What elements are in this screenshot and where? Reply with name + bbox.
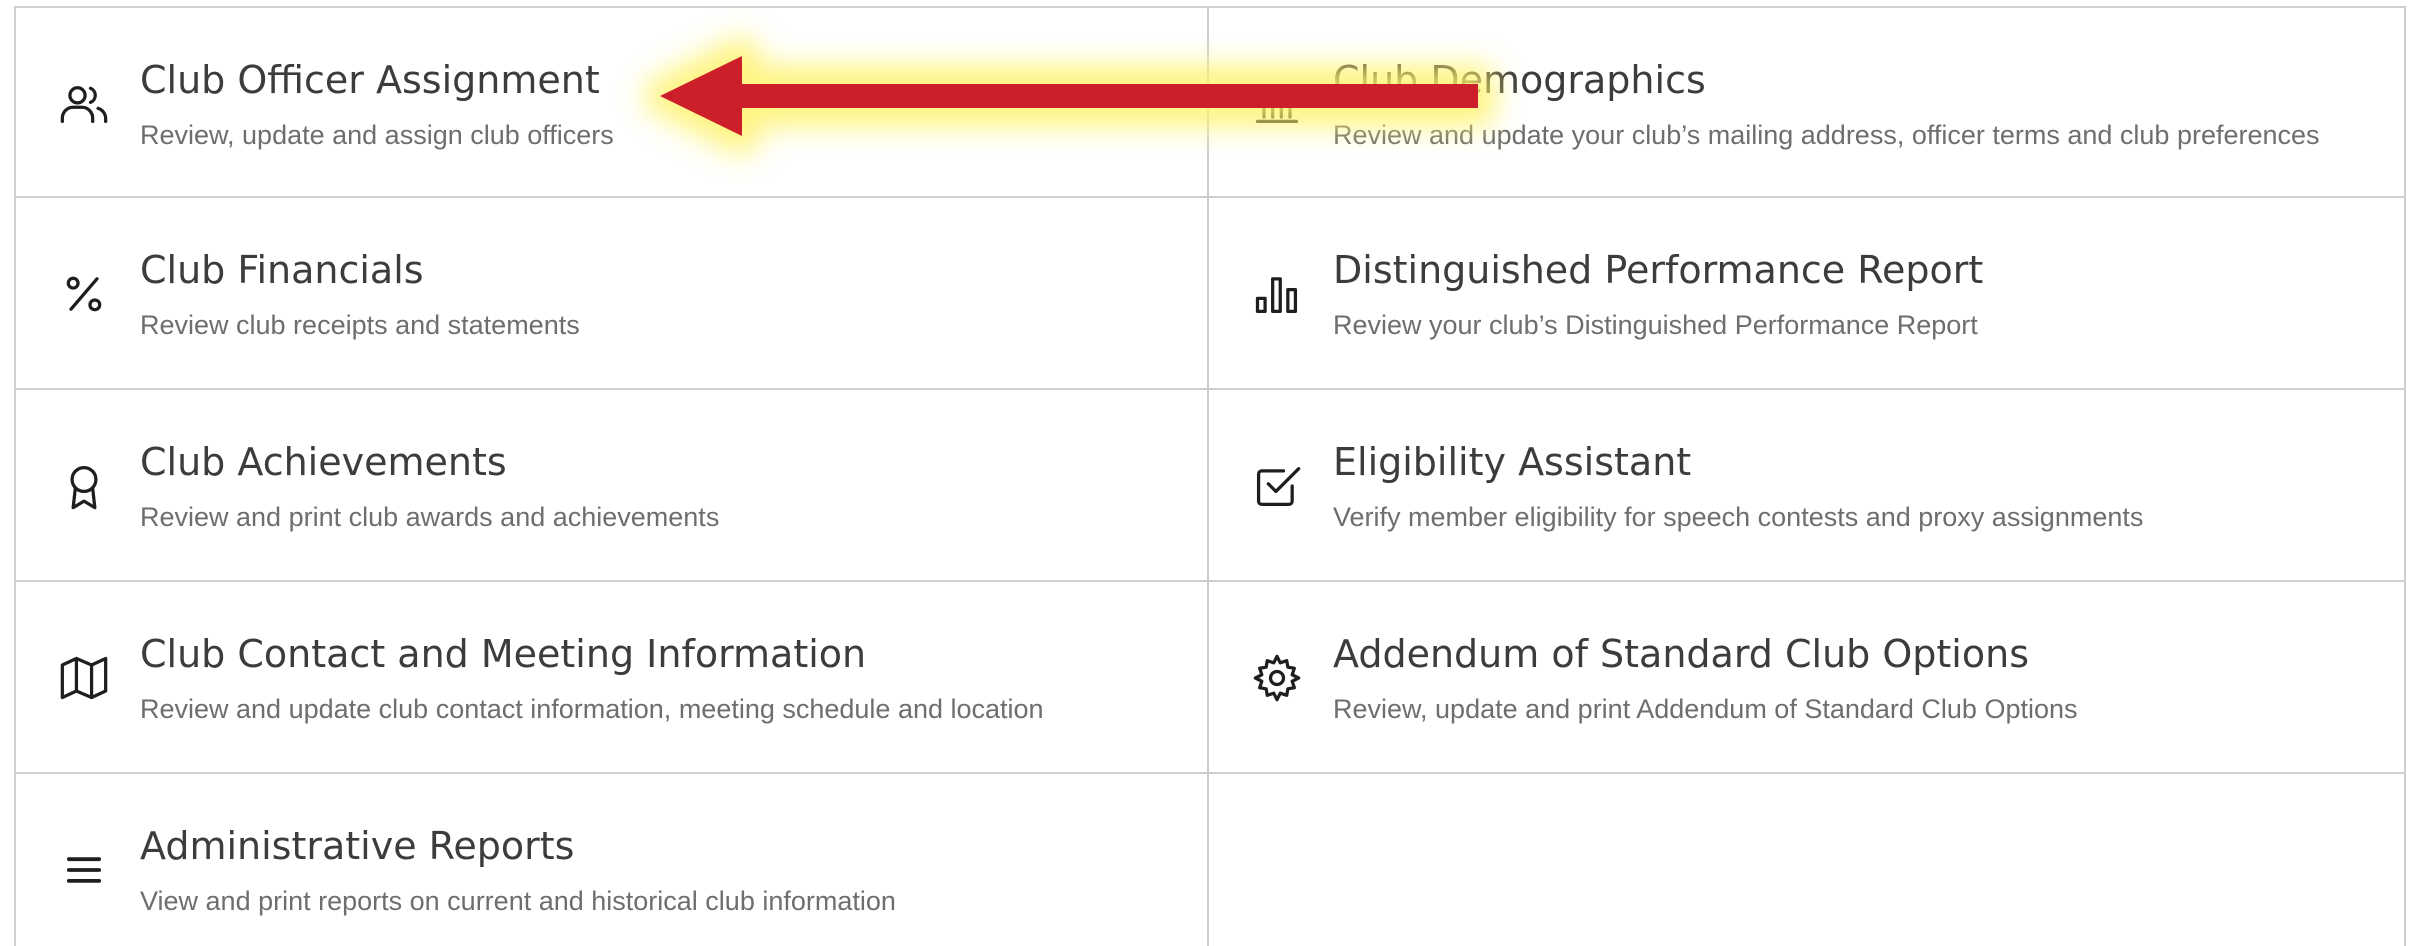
tile-title: Club Officer Assignment [140, 58, 600, 102]
tile-description: Review, update and assign club officers [140, 120, 614, 150]
tile-club-officer-assignment[interactable]: Club Officer Assignment Review, update a… [14, 6, 1209, 198]
tile-title: Distinguished Performance Report [1333, 248, 1984, 292]
tile-title: Club Demographics [1333, 58, 1706, 102]
bar-chart-icon [1249, 266, 1305, 322]
award-icon [56, 458, 112, 514]
users-icon [56, 76, 112, 132]
tile-addendum-standard-club-options[interactable]: Addendum of Standard Club Options Review… [1209, 582, 2406, 774]
tile-distinguished-performance-report[interactable]: Distinguished Performance Report Review … [1209, 198, 2406, 390]
percent-icon [56, 266, 112, 322]
tile-title: Club Achievements [140, 440, 507, 484]
tile-club-achievements[interactable]: Club Achievements Review and print club … [14, 390, 1209, 582]
tile-eligibility-assistant[interactable]: Eligibility Assistant Verify member elig… [1209, 390, 2406, 582]
bank-icon [1249, 76, 1305, 132]
tile-title: Club Financials [140, 248, 424, 292]
tile-description: Review, update and print Addendum of Sta… [1333, 694, 2078, 724]
tile-title: Eligibility Assistant [1333, 440, 1692, 484]
tile-description: Review and update club contact informati… [140, 694, 1044, 724]
tile-title: Club Contact and Meeting Information [140, 632, 867, 676]
tile-club-financials[interactable]: Club Financials Review club receipts and… [14, 198, 1209, 390]
tile-administrative-reports[interactable]: Administrative Reports View and print re… [14, 774, 1209, 946]
tile-description: Verify member eligibility for speech con… [1333, 502, 2144, 532]
tile-title: Administrative Reports [140, 824, 575, 868]
map-icon [56, 650, 112, 706]
tile-description: Review your club’s Distinguished Perform… [1333, 310, 1978, 340]
tile-title: Addendum of Standard Club Options [1333, 632, 2029, 676]
tile-club-demographics[interactable]: Club Demographics Review and update your… [1209, 6, 2406, 198]
list-icon [56, 842, 112, 898]
checkbox-icon [1249, 458, 1305, 514]
gear-icon [1249, 650, 1305, 706]
tile-description: Review club receipts and statements [140, 310, 580, 340]
tools-grid: Club Officer Assignment Review, update a… [14, 6, 2406, 946]
tile-description: View and print reports on current and hi… [140, 886, 896, 916]
tile-club-contact-meeting-information[interactable]: Club Contact and Meeting Information Rev… [14, 582, 1209, 774]
tile-description: Review and update your club’s mailing ad… [1333, 120, 2320, 150]
empty-tile [1209, 774, 2406, 946]
tile-description: Review and print club awards and achieve… [140, 502, 720, 532]
